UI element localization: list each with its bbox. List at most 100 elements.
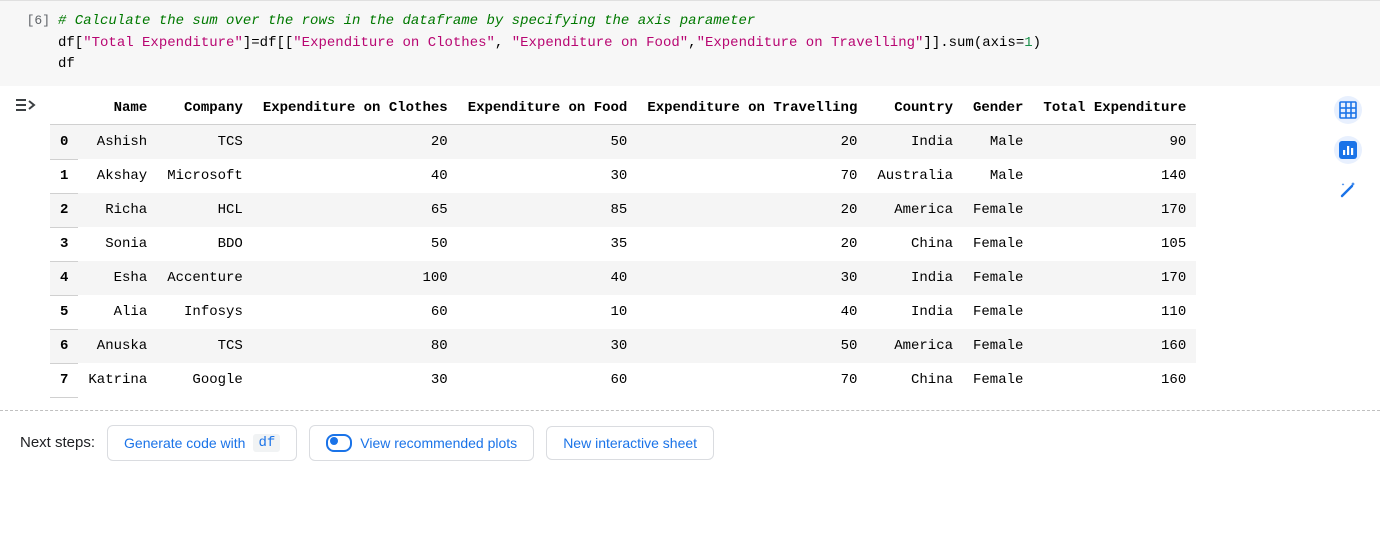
new-interactive-sheet-button[interactable]: New interactive sheet [546, 426, 714, 460]
dataframe-table: NameCompanyExpenditure on ClothesExpendi… [50, 92, 1196, 398]
cell: 20 [637, 193, 867, 227]
cell: Ashish [78, 125, 157, 160]
table-row: 7KatrinaGoogle306070ChinaFemale160 [50, 363, 1196, 397]
code-line: df["Total Expenditure"]=df[["Expenditure… [58, 33, 1380, 55]
cell: 20 [637, 125, 867, 160]
table-row: 1AkshayMicrosoft403070AustraliaMale140 [50, 159, 1196, 193]
cell: Female [963, 227, 1033, 261]
row-index: 5 [50, 295, 78, 329]
column-header: Company [157, 92, 253, 125]
cell: Accenture [157, 261, 253, 295]
column-header: Name [78, 92, 157, 125]
cell: 30 [637, 261, 867, 295]
cell: Female [963, 363, 1033, 397]
cell: 60 [458, 363, 638, 397]
cell: 80 [253, 329, 458, 363]
cell: Female [963, 295, 1033, 329]
column-header: Expenditure on Clothes [253, 92, 458, 125]
output-action-icons [1334, 96, 1362, 204]
cell: 110 [1033, 295, 1196, 329]
cell: Infosys [157, 295, 253, 329]
cell: America [867, 193, 963, 227]
next-steps-label: Next steps: [20, 434, 95, 451]
cell: 40 [637, 295, 867, 329]
cell: Esha [78, 261, 157, 295]
cell: India [867, 125, 963, 160]
cell: 20 [253, 125, 458, 160]
cell: 100 [253, 261, 458, 295]
table-row: 5AliaInfosys601040IndiaFemale110 [50, 295, 1196, 329]
column-header: Expenditure on Food [458, 92, 638, 125]
generate-code-button[interactable]: Generate code with df [107, 425, 297, 461]
cell: Akshay [78, 159, 157, 193]
cell: TCS [157, 125, 253, 160]
cell: TCS [157, 329, 253, 363]
cell: 140 [1033, 159, 1196, 193]
output-gutter [0, 92, 50, 117]
code-line: df [58, 56, 75, 72]
row-index: 3 [50, 227, 78, 261]
table-row: 4EshaAccenture1004030IndiaFemale170 [50, 261, 1196, 295]
cell: Female [963, 193, 1033, 227]
cell: 105 [1033, 227, 1196, 261]
cell: Male [963, 125, 1033, 160]
cell: 40 [253, 159, 458, 193]
cell: 50 [458, 125, 638, 160]
cell: Katrina [78, 363, 157, 397]
column-header: Gender [963, 92, 1033, 125]
cell: 170 [1033, 193, 1196, 227]
output-toggle-icon[interactable] [14, 96, 36, 117]
column-header: Expenditure on Travelling [637, 92, 867, 125]
cell: 30 [253, 363, 458, 397]
code-editor[interactable]: # Calculate the sum over the rows in the… [58, 9, 1380, 86]
cell: 35 [458, 227, 638, 261]
row-index: 2 [50, 193, 78, 227]
magic-wand-icon[interactable] [1334, 176, 1362, 204]
cell: 40 [458, 261, 638, 295]
cell: India [867, 295, 963, 329]
column-header: Total Expenditure [1033, 92, 1196, 125]
cell: 160 [1033, 363, 1196, 397]
cell: 65 [253, 193, 458, 227]
execution-count: [6] [0, 9, 58, 28]
table-row: 3SoniaBDO503520ChinaFemale105 [50, 227, 1196, 261]
cell: Microsoft [157, 159, 253, 193]
cell: 30 [458, 159, 638, 193]
code-comment: # Calculate the sum over the rows in the… [58, 13, 755, 29]
cell: Female [963, 329, 1033, 363]
cell: Sonia [78, 227, 157, 261]
cell: BDO [157, 227, 253, 261]
cell: Female [963, 261, 1033, 295]
cell: 10 [458, 295, 638, 329]
cell: China [867, 227, 963, 261]
cell: Australia [867, 159, 963, 193]
cell: 30 [458, 329, 638, 363]
cell: China [867, 363, 963, 397]
suggest-chart-icon[interactable] [1334, 136, 1362, 164]
row-index: 1 [50, 159, 78, 193]
row-index: 6 [50, 329, 78, 363]
next-steps-row: Next steps: Generate code with df View r… [0, 411, 1380, 473]
table-row: 6AnuskaTCS803050AmericaFemale160 [50, 329, 1196, 363]
column-header: Country [867, 92, 963, 125]
toggle-icon [326, 434, 352, 452]
cell: 90 [1033, 125, 1196, 160]
row-index: 0 [50, 125, 78, 160]
output-area: NameCompanyExpenditure on ClothesExpendi… [0, 86, 1380, 404]
open-in-sheets-icon[interactable] [1334, 96, 1362, 124]
row-index: 4 [50, 261, 78, 295]
cell: India [867, 261, 963, 295]
cell: Male [963, 159, 1033, 193]
view-recommended-plots-button[interactable]: View recommended plots [309, 425, 534, 461]
cell: HCL [157, 193, 253, 227]
row-index: 7 [50, 363, 78, 397]
cell: 70 [637, 363, 867, 397]
cell: 170 [1033, 261, 1196, 295]
cell: 85 [458, 193, 638, 227]
cell: 160 [1033, 329, 1196, 363]
cell: 60 [253, 295, 458, 329]
table-row: 0AshishTCS205020IndiaMale90 [50, 125, 1196, 160]
table-header-row: NameCompanyExpenditure on ClothesExpendi… [50, 92, 1196, 125]
cell: Google [157, 363, 253, 397]
code-cell: [6] # Calculate the sum over the rows in… [0, 0, 1380, 86]
